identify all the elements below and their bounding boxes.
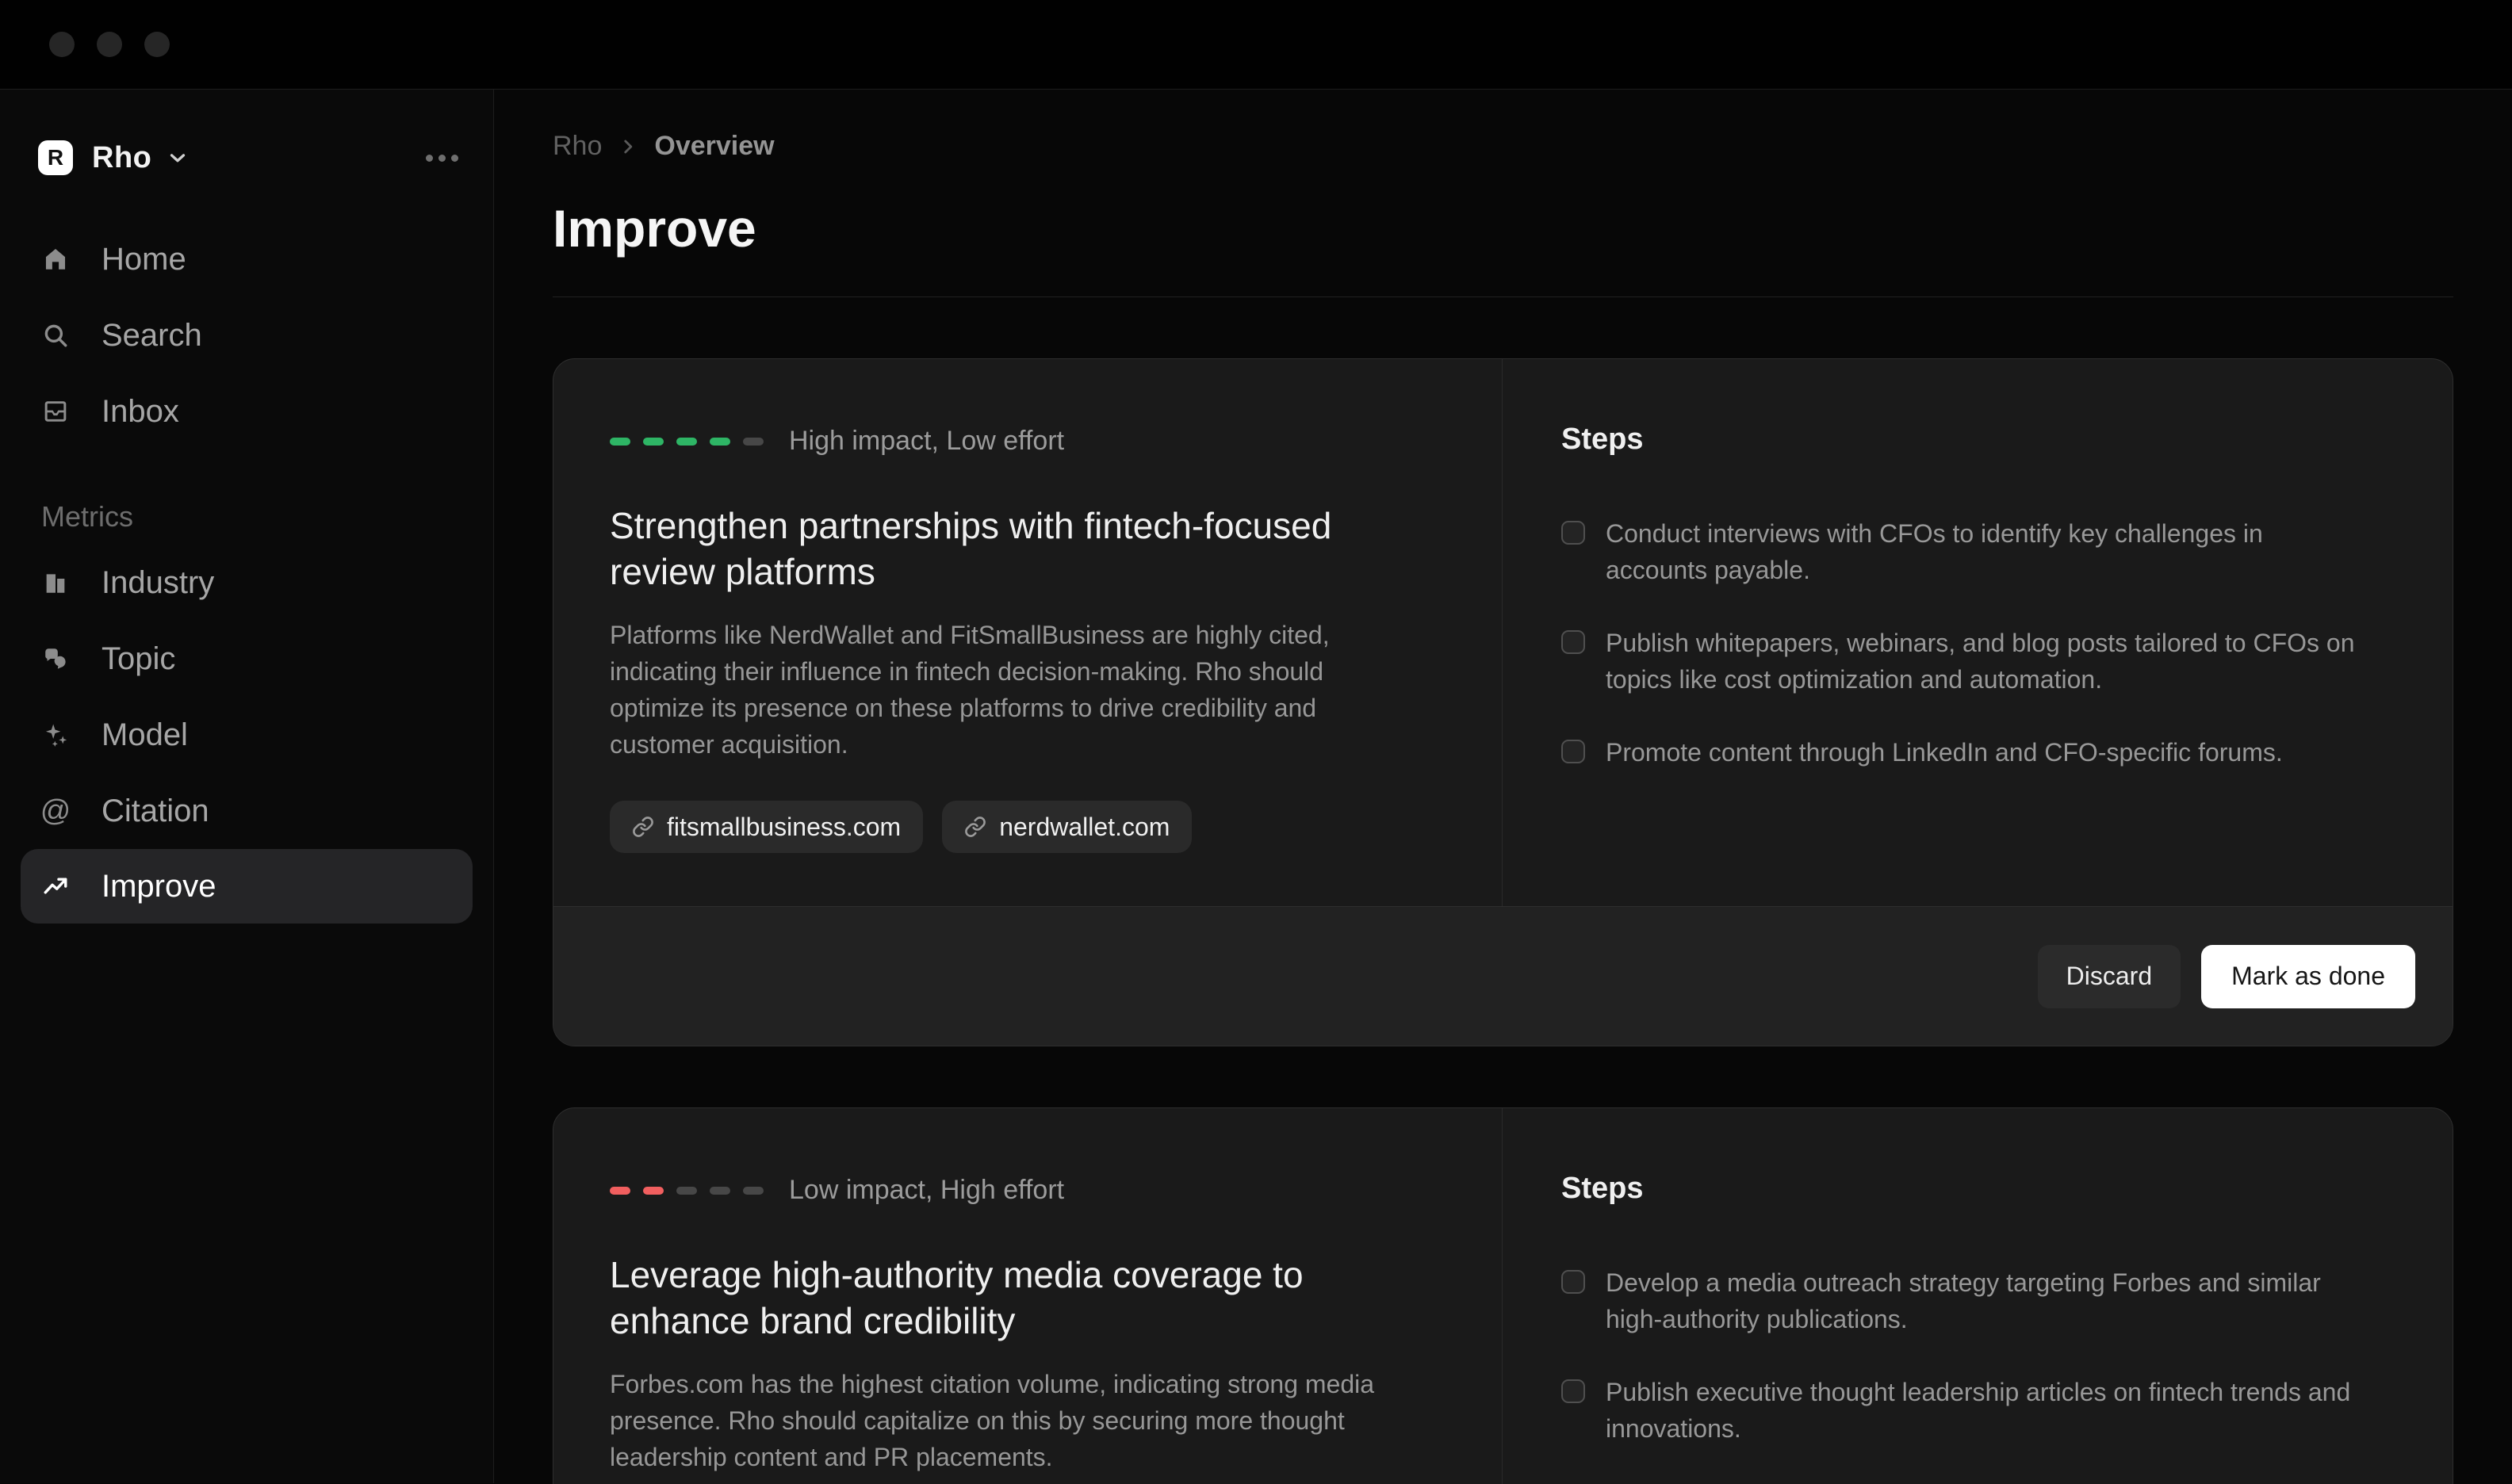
recommendation-description: Forbes.com has the highest citation volu… <box>610 1366 1415 1475</box>
recommendation-card: Low impact, High effort Leverage high-au… <box>553 1107 2453 1484</box>
window-controls <box>49 32 170 57</box>
sidebar-section-metrics: Metrics <box>0 489 493 545</box>
breadcrumb-current: Overview <box>654 131 774 162</box>
step-checkbox[interactable] <box>1561 521 1585 545</box>
link-icon <box>632 816 654 838</box>
sidebar-item-search[interactable]: Search <box>0 297 493 373</box>
link-icon <box>964 816 986 838</box>
impact-dashes <box>610 1187 764 1195</box>
window-control-close[interactable] <box>49 32 75 57</box>
step-checkbox[interactable] <box>1561 630 1585 654</box>
impact-dash <box>643 438 664 446</box>
impact-dash <box>710 438 730 446</box>
step-text: Promote content through LinkedIn and CFO… <box>1606 734 2283 771</box>
sidebar-item-topic[interactable]: Topic <box>0 621 493 697</box>
sidebar-nav: Home Search Inbox <box>0 221 493 449</box>
sidebar-metrics-nav: Industry Topic Model @ Citation <box>0 545 493 924</box>
impact-dashes <box>610 438 764 446</box>
page-title: Improve <box>553 198 2453 258</box>
page-divider <box>553 296 2453 297</box>
impact-dash <box>676 438 697 446</box>
home-icon <box>41 245 70 273</box>
steps-title: Steps <box>1561 1172 2359 1206</box>
step-checkbox[interactable] <box>1561 1379 1585 1403</box>
buildings-icon <box>41 568 70 597</box>
impact-indicator: High impact, Low effort <box>610 426 1415 457</box>
sidebar-item-label: Model <box>101 717 188 753</box>
sidebar: R Rho Home Search <box>0 90 494 1483</box>
impact-label: Low impact, High effort <box>789 1175 1064 1206</box>
steps-title: Steps <box>1561 423 2359 457</box>
impact-dash <box>710 1187 730 1195</box>
impact-label: High impact, Low effort <box>789 426 1064 457</box>
sidebar-item-label: Citation <box>101 794 209 829</box>
workspace-name: Rho <box>92 141 151 175</box>
steps-list: Conduct interviews with CFOs to identify… <box>1561 515 2359 771</box>
step-text: Conduct interviews with CFOs to identify… <box>1606 515 2359 588</box>
sidebar-item-citation[interactable]: @ Citation <box>0 773 493 849</box>
sidebar-item-industry[interactable]: Industry <box>0 545 493 621</box>
link-chip[interactable]: fitsmallbusiness.com <box>610 801 923 853</box>
search-icon <box>41 321 70 350</box>
impact-dash <box>610 438 630 446</box>
window-control-minimize[interactable] <box>97 32 122 57</box>
link-label: fitsmallbusiness.com <box>667 813 901 842</box>
sidebar-item-label: Home <box>101 242 186 277</box>
sidebar-item-home[interactable]: Home <box>0 221 493 297</box>
mark-as-done-button[interactable]: Mark as done <box>2201 945 2415 1008</box>
impact-dash <box>610 1187 630 1195</box>
impact-dash <box>676 1187 697 1195</box>
breadcrumb: Rho Overview <box>553 131 2453 162</box>
link-chip[interactable]: nerdwallet.com <box>942 801 1192 853</box>
at-sign-icon: @ <box>41 797 70 825</box>
workspace-logo: R <box>38 140 73 175</box>
step-checkbox[interactable] <box>1561 1270 1585 1294</box>
workspace-more-icon[interactable] <box>426 155 458 162</box>
steps-list: Develop a media outreach strategy target… <box>1561 1264 2359 1447</box>
sidebar-item-model[interactable]: Model <box>0 697 493 773</box>
impact-dash <box>643 1187 664 1195</box>
chevron-right-icon <box>618 136 638 157</box>
breadcrumb-root[interactable]: Rho <box>553 131 602 162</box>
impact-indicator: Low impact, High effort <box>610 1175 1415 1206</box>
step-item: Promote content through LinkedIn and CFO… <box>1561 734 2359 771</box>
step-item: Develop a media outreach strategy target… <box>1561 1264 2359 1337</box>
recommendation-title: Leverage high-authority media coverage t… <box>610 1252 1391 1344</box>
recommendation-title: Strengthen partnerships with fintech-foc… <box>610 503 1391 595</box>
sidebar-item-label: Improve <box>101 869 216 905</box>
chevron-down-icon <box>166 146 190 170</box>
workspace-switcher[interactable]: R Rho <box>0 132 493 183</box>
step-item: Publish executive thought leadership art… <box>1561 1374 2359 1447</box>
card-footer: Discard Mark as done <box>553 906 2453 1046</box>
main-content: Rho Overview Improve High impact, Low ef… <box>494 90 2512 1483</box>
impact-dash <box>743 438 764 446</box>
impact-dash <box>743 1187 764 1195</box>
sidebar-item-improve[interactable]: Improve <box>21 849 473 924</box>
source-links: fitsmallbusiness.com nerdwallet.com <box>610 801 1415 853</box>
step-item: Publish whitepapers, webinars, and blog … <box>1561 625 2359 698</box>
step-item: Conduct interviews with CFOs to identify… <box>1561 515 2359 588</box>
sidebar-item-label: Search <box>101 318 202 354</box>
trending-up-icon <box>41 872 70 901</box>
step-text: Publish executive thought leadership art… <box>1606 1374 2359 1447</box>
link-label: nerdwallet.com <box>999 813 1170 842</box>
inbox-icon <box>41 397 70 426</box>
step-text: Develop a media outreach strategy target… <box>1606 1264 2359 1337</box>
sidebar-item-label: Inbox <box>101 394 179 430</box>
sparkles-icon <box>41 721 70 749</box>
window-titlebar <box>0 0 2512 90</box>
sidebar-item-label: Industry <box>101 565 214 601</box>
step-text: Publish whitepapers, webinars, and blog … <box>1606 625 2359 698</box>
sidebar-item-inbox[interactable]: Inbox <box>0 373 493 449</box>
recommendation-description: Platforms like NerdWallet and FitSmallBu… <box>610 617 1415 763</box>
chat-bubbles-icon <box>41 644 70 673</box>
window-control-maximize[interactable] <box>144 32 170 57</box>
recommendation-card: High impact, Low effort Strengthen partn… <box>553 358 2453 1046</box>
step-checkbox[interactable] <box>1561 740 1585 763</box>
discard-button[interactable]: Discard <box>2038 945 2181 1008</box>
sidebar-item-label: Topic <box>101 641 175 677</box>
